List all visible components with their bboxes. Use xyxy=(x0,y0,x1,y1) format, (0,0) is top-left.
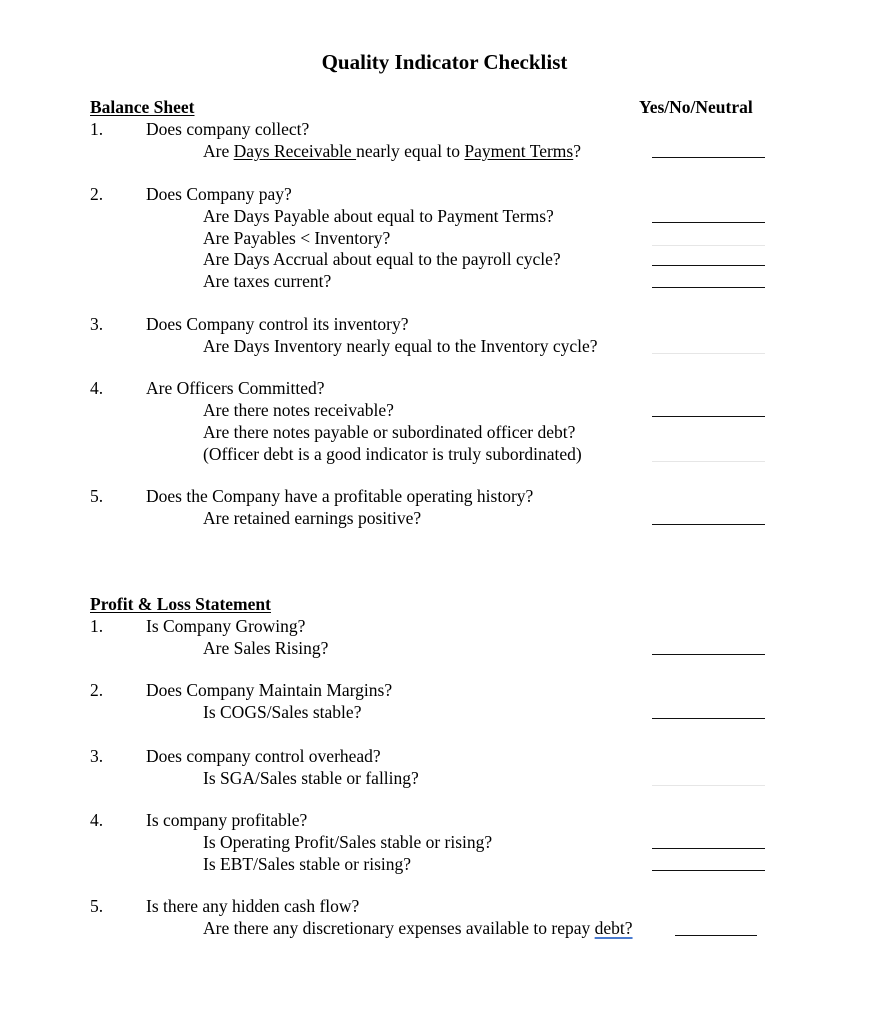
item-question: Does Company pay? xyxy=(146,184,292,204)
term-payment-terms: Payment Terms xyxy=(464,141,574,161)
answer-blank[interactable] xyxy=(652,265,765,266)
item-subquestion: Is SGA/Sales stable or falling? xyxy=(203,768,419,788)
answer-blank[interactable] xyxy=(652,654,765,655)
item-question: Does the Company have a profitable opera… xyxy=(146,486,534,506)
item-subquestion: Are Days Accrual about equal to the payr… xyxy=(203,249,561,269)
item-question: Is company profitable? xyxy=(146,810,308,830)
item-number: 2. xyxy=(90,184,104,204)
item-number: 3. xyxy=(90,746,104,766)
page-title: Quality Indicator Checklist xyxy=(321,50,568,74)
answer-column-header: Yes/No/Neutral xyxy=(639,97,753,117)
answer-blank[interactable] xyxy=(652,245,765,246)
text: nearly equal to xyxy=(356,141,465,161)
answer-blank[interactable] xyxy=(652,157,765,158)
item-question: Does company control overhead? xyxy=(146,746,381,766)
item-number: 5. xyxy=(90,896,104,916)
item-subquestion: Are Days Payable about equal to Payment … xyxy=(203,206,554,226)
item-number: 1. xyxy=(90,616,104,636)
item-number: 3. xyxy=(90,314,104,334)
item-subquestion: Are Payables < Inventory? xyxy=(203,228,391,248)
item-subquestion: Is Operating Profit/Sales stable or risi… xyxy=(203,832,493,852)
item-subquestion: Are Days Inventory nearly equal to the I… xyxy=(203,336,598,356)
answer-blank[interactable] xyxy=(652,416,765,417)
item-subquestion: Are there notes receivable? xyxy=(203,400,394,420)
item-number: 4. xyxy=(90,378,104,398)
item-question: Are Officers Committed? xyxy=(146,378,325,398)
item-question: Does Company control its inventory? xyxy=(146,314,409,334)
section-heading-profit-loss: Profit & Loss Statement xyxy=(90,594,271,614)
item-subquestion: Are Sales Rising? xyxy=(203,638,329,658)
answer-blank[interactable] xyxy=(652,222,765,223)
item-subquestion: Are there any discretionary expenses ava… xyxy=(203,917,633,939)
text: Are xyxy=(203,141,234,161)
item-question: Does company collect? xyxy=(146,119,310,139)
text: Are there any discretionary expenses ava… xyxy=(203,918,595,938)
item-question: Is there any hidden cash flow? xyxy=(146,896,360,916)
answer-blank[interactable] xyxy=(652,353,765,354)
answer-blank[interactable] xyxy=(652,287,765,288)
item-number: 4. xyxy=(90,810,104,830)
item-question: Is Company Growing? xyxy=(146,616,306,636)
text: ? xyxy=(573,141,581,161)
item-number: 5. xyxy=(90,486,104,506)
answer-blank[interactable] xyxy=(652,718,765,719)
item-subquestion: (Officer debt is a good indicator is tru… xyxy=(203,444,582,464)
item-subquestion: Are there notes payable or subordinated … xyxy=(203,422,576,442)
spellcheck-flagged-word[interactable]: debt? xyxy=(595,918,633,938)
item-subquestion: Is EBT/Sales stable or rising? xyxy=(203,854,412,874)
answer-blank[interactable] xyxy=(652,848,765,849)
section-heading-balance-sheet: Balance Sheet xyxy=(90,97,195,117)
item-subquestion: Is COGS/Sales stable? xyxy=(203,702,362,722)
item-number: 2. xyxy=(90,680,104,700)
item-number: 1. xyxy=(90,119,104,139)
item-subquestion: Are Days Receivable nearly equal to Paym… xyxy=(203,140,581,162)
item-subquestion: Are taxes current? xyxy=(203,271,332,291)
answer-blank[interactable] xyxy=(652,785,765,786)
answer-blank[interactable] xyxy=(675,935,757,936)
term-days-receivable: Days Receivable xyxy=(233,141,357,161)
item-subquestion: Are retained earnings positive? xyxy=(203,508,422,528)
answer-blank[interactable] xyxy=(652,524,765,525)
answer-blank[interactable] xyxy=(652,870,765,871)
item-question: Does Company Maintain Margins? xyxy=(146,680,393,700)
answer-blank[interactable] xyxy=(652,461,765,462)
